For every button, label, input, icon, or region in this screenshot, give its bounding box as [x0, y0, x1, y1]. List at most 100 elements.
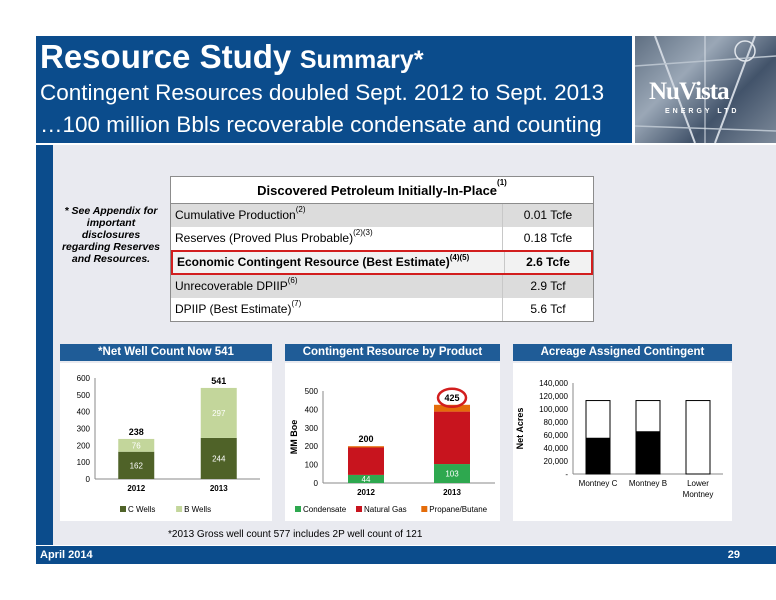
logo-tagline: ENERGY LTD: [665, 108, 740, 115]
row-label: Reserves (Proved Plus Probable)(2)(3): [171, 227, 503, 250]
data-label: 162: [130, 461, 144, 470]
acreage-chart: - 20,000 40,000 60,000 80,000 100,000 120,000 1…: [515, 379, 723, 499]
product-chart: 0 100 200 300 400 500 MM Boe 44 200 2012 103 425 201…: [289, 387, 495, 514]
row-label-text: DPIIP (Best Estimate): [175, 302, 292, 316]
y-tick-label: 140,000: [539, 379, 568, 388]
slide-title: Resource Study Summary*: [40, 40, 628, 77]
row-value: 5.6 Tcf: [530, 302, 566, 316]
total-label: 425: [444, 393, 459, 403]
bar-segment: [348, 447, 384, 475]
row-value: 2.6 Tcfe: [526, 255, 570, 269]
legend-entry: Condensate: [303, 505, 347, 514]
total-label: 238: [129, 427, 144, 437]
y-tick-label: 300: [305, 424, 319, 433]
table-title: Discovered Petroleum Initially-In-Place(…: [171, 177, 593, 204]
header-banner: Resource Study Summary* Contingent Resou…: [36, 36, 632, 143]
table-title-sup: (1): [497, 178, 507, 187]
y-tick-label: 40,000: [544, 444, 569, 453]
y-tick-label: 0: [86, 475, 91, 484]
wells-panel-title: *Net Well Count Now 541: [60, 344, 272, 361]
table-row: DPIIP (Best Estimate)(7) 5.6 Tcf: [171, 298, 593, 321]
row-label: Economic Contingent Resource (Best Estim…: [173, 252, 505, 273]
row-label-text: Economic Contingent Resource (Best Estim…: [177, 255, 450, 269]
title-main: Resource Study: [40, 38, 292, 75]
y-tick-label: 100: [77, 458, 91, 467]
x-tick-label: 2013: [210, 484, 228, 493]
subtitle-line-2: …100 million Bbls recoverable condensate…: [40, 112, 602, 137]
wells-chart-panel: 0 100 200 300 400 500 600 162 76 238 2012 244 297 541…: [60, 363, 272, 521]
table-row-highlighted: Economic Contingent Resource (Best Estim…: [171, 250, 593, 275]
table-row: Cumulative Production(2) 0.01 Tcfe: [171, 204, 593, 227]
y-tick-label: 20,000: [544, 457, 569, 466]
legend-entry: Natural Gas: [364, 505, 407, 514]
row-value: 0.18 Tcfe: [523, 231, 573, 245]
row-label: DPIIP (Best Estimate)(7): [171, 298, 503, 321]
y-tick-label: -: [565, 470, 568, 479]
legend-swatch: [421, 506, 428, 512]
row-sup: (2): [295, 205, 306, 214]
bar-segment: [348, 446, 384, 448]
left-accent-bar: [36, 145, 53, 545]
row-label: Cumulative Production(2): [171, 204, 503, 227]
y-axis-label: MM Boe: [289, 420, 299, 455]
row-sup: (7): [291, 299, 302, 308]
product-panel-title: Contingent Resource by Product: [285, 344, 500, 361]
y-tick-label: 400: [77, 408, 91, 417]
product-chart-panel: 0 100 200 300 400 500 MM Boe 44 200 2012 103 425 201…: [285, 363, 500, 521]
data-label: 297: [212, 409, 226, 418]
row-label-text: Reserves (Proved Plus Probable): [175, 231, 354, 245]
footer-bar: April 2014 29: [36, 546, 776, 564]
footnote: *2013 Gross well count 577 includes 2P w…: [168, 529, 423, 540]
x-tick-label: 2012: [127, 484, 145, 493]
x-tick-label: Lower: [687, 479, 709, 488]
row-sup: (4)(5): [449, 253, 470, 262]
table-title-text: Discovered Petroleum Initially-In-Place: [257, 183, 498, 198]
bar-segment: [585, 437, 611, 475]
data-label: 76: [132, 441, 141, 450]
x-tick-label: Montney: [683, 490, 714, 499]
wells-chart: 0 100 200 300 400 500 600 162 76 238 2012 244 297 541…: [77, 374, 260, 514]
y-tick-label: 300: [77, 425, 91, 434]
legend-swatch: [356, 506, 362, 512]
row-value: 0.01 Tcfe: [523, 208, 573, 222]
legend-swatch: [295, 506, 301, 512]
appendix-note: * See Appendix for important disclosures…: [61, 205, 161, 265]
y-tick-label: 100: [305, 461, 319, 470]
legend-entry: C Wells: [128, 505, 155, 514]
row-label-text: Cumulative Production: [175, 208, 296, 222]
bar-segment: [635, 400, 661, 433]
legend-swatch: [120, 506, 126, 512]
bar-segment: [585, 400, 611, 439]
legend-entry: Propane/Butane: [429, 505, 487, 514]
y-tick-label: 80,000: [544, 418, 569, 427]
y-axis-label: Net Acres: [515, 408, 525, 450]
x-tick-label: 2013: [443, 488, 461, 497]
y-tick-label: 600: [77, 374, 91, 383]
y-tick-label: 200: [77, 441, 91, 450]
data-label: 244: [212, 454, 226, 463]
y-tick-label: 500: [305, 387, 319, 396]
y-tick-label: 500: [77, 391, 91, 400]
total-label: 200: [358, 434, 373, 444]
page-number: 29: [727, 549, 740, 561]
legend-swatch: [176, 506, 183, 512]
y-tick-label: 0: [314, 479, 319, 488]
bar-segment: [635, 431, 661, 475]
row-value: 2.9 Tcf: [530, 279, 566, 293]
acreage-panel-title: Acreage Assigned Contingent Resource: [513, 344, 732, 375]
company-logo: NuVista ENERGY LTD: [635, 36, 776, 143]
table-row: Reserves (Proved Plus Probable)(2)(3) 0.…: [171, 227, 593, 250]
data-label: 44: [362, 475, 371, 484]
y-tick-label: 200: [305, 442, 319, 451]
logo-name: NuVista: [649, 78, 730, 105]
bar-segment: [685, 400, 711, 475]
y-tick-label: 120,000: [539, 392, 568, 401]
y-tick-label: 400: [305, 405, 319, 414]
title-sub: Summary*: [299, 46, 424, 74]
data-label: 103: [445, 470, 459, 479]
footer-date: April 2014: [40, 549, 93, 561]
legend-entry: B Wells: [184, 505, 211, 514]
row-label-text: Unrecoverable DPIIP: [175, 279, 288, 293]
subtitle-line-1: Contingent Resources doubled Sept. 2012 …: [40, 80, 605, 105]
acreage-chart-panel: - 20,000 40,000 60,000 80,000 100,000 120,000 1…: [513, 363, 732, 521]
